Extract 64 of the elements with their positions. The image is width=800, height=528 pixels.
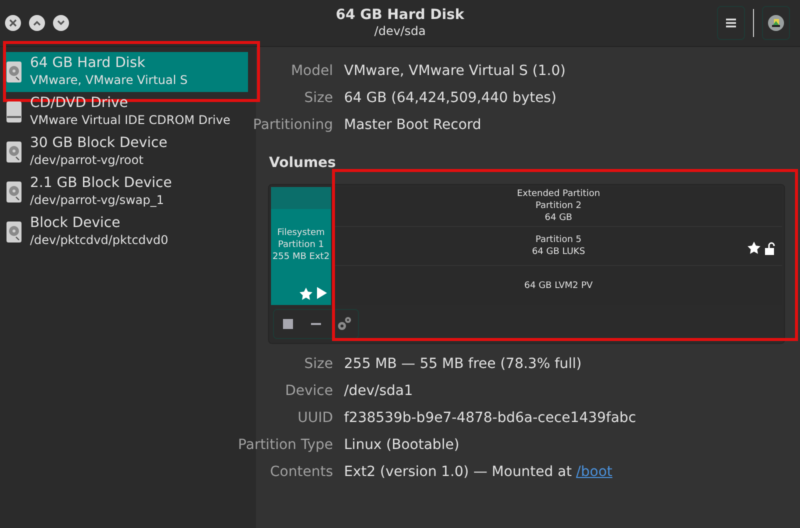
volume-label: 64 GB LUKS (532, 246, 586, 258)
disk-image-button[interactable] (762, 6, 790, 40)
mount-point-link[interactable]: /boot (576, 464, 612, 480)
play-icon (317, 287, 327, 299)
field-label: Size (304, 355, 333, 374)
partition-label: Partition 1 (278, 239, 324, 251)
field-value: VMware, VMware Virtual S (1.0) (344, 62, 566, 81)
field-label: Size (304, 89, 333, 108)
chevron-down-icon (57, 20, 65, 26)
device-subtitle: /dev/parrot-vg/swap_1 (30, 192, 166, 209)
close-icon (9, 19, 17, 27)
device-item[interactable]: 64 GB Hard Disk VMware, VMware Virtual S (3, 52, 248, 92)
previous-button[interactable] (29, 15, 45, 31)
device-item[interactable]: 2.1 GB Block Device /dev/parrot-vg/swap_1 (3, 172, 248, 212)
field-value: 64 GB (64,424,509,440 bytes) (344, 89, 556, 108)
disk-image-icon (768, 15, 784, 31)
field-value: f238539b-b9e7-4878-bd6a-cece1439fabc (344, 409, 636, 428)
field-label: UUID (298, 409, 333, 428)
device-item[interactable]: Block Device /dev/pktcdvd/pktcdvd0 (3, 212, 248, 252)
field-label: Partition Type (238, 436, 333, 455)
field-label: Partitioning (253, 116, 333, 135)
partition-label: 255 MB Ext2 (272, 251, 330, 263)
field-value: Master Boot Record (344, 116, 482, 135)
volume-label: Partition 5 (535, 234, 582, 246)
settings-icon (336, 316, 352, 332)
partition-block[interactable]: Filesystem Partition 1 255 MB Ext2 (271, 187, 331, 305)
close-button[interactable] (5, 15, 21, 31)
star-icon (747, 240, 761, 255)
volume-label: 64 GB LVM2 PV (524, 280, 593, 292)
unlocked-padlock-icon (765, 242, 776, 255)
field-label: Contents (270, 463, 333, 482)
section-heading: Volumes (269, 154, 337, 173)
field-value: /dev/sda1 (344, 382, 413, 401)
extended-partition-row[interactable]: Extended Partition Partition 2 64 GB (335, 187, 782, 226)
device-subtitle: /dev/pktcdvd/pktcdvd0 (30, 232, 168, 249)
menu-button[interactable] (717, 6, 745, 40)
star-icon (299, 287, 313, 301)
device-title: Block Device (30, 215, 122, 232)
field-value: 255 MB — 55 MB free (78.3% full) (344, 355, 582, 374)
encrypted-partition-row[interactable]: Partition 5 64 GB LUKS (335, 226, 782, 266)
volume-label: Partition 2 (535, 200, 582, 212)
device-item[interactable]: 30 GB Block Device /dev/parrot-vg/root (3, 132, 248, 172)
menu-icon (726, 18, 736, 28)
next-button[interactable] (53, 15, 69, 31)
volume-label: 64 GB (544, 212, 572, 224)
volume-label: Extended Partition (516, 188, 600, 200)
chevron-up-icon (33, 20, 41, 26)
minus-icon (311, 323, 321, 325)
field-value: Ext2 (version 1.0) — Mounted at /boot (344, 463, 612, 482)
device-title: 30 GB Block Device (30, 135, 168, 152)
field-label: Device (285, 382, 333, 401)
field-value: Linux (Bootable) (344, 436, 460, 455)
device-subtitle: VMware Virtual IDE CDROM Drive (30, 112, 230, 129)
window-title: 64 GB Hard Disk (336, 6, 464, 24)
stop-icon (283, 319, 293, 329)
device-title: 64 GB Hard Disk (30, 55, 146, 72)
device-title: 2.1 GB Block Device (30, 175, 172, 192)
optical-drive-icon (6, 101, 22, 123)
physical-volume-row[interactable]: 64 GB LVM2 PV (335, 266, 782, 306)
window-subtitle: /dev/sda (374, 24, 426, 39)
partition-label: Filesystem (277, 227, 325, 239)
device-subtitle: /dev/parrot-vg/root (30, 152, 144, 169)
device-subtitle: VMware, VMware Virtual S (30, 72, 188, 89)
field-label: Model (290, 62, 333, 81)
